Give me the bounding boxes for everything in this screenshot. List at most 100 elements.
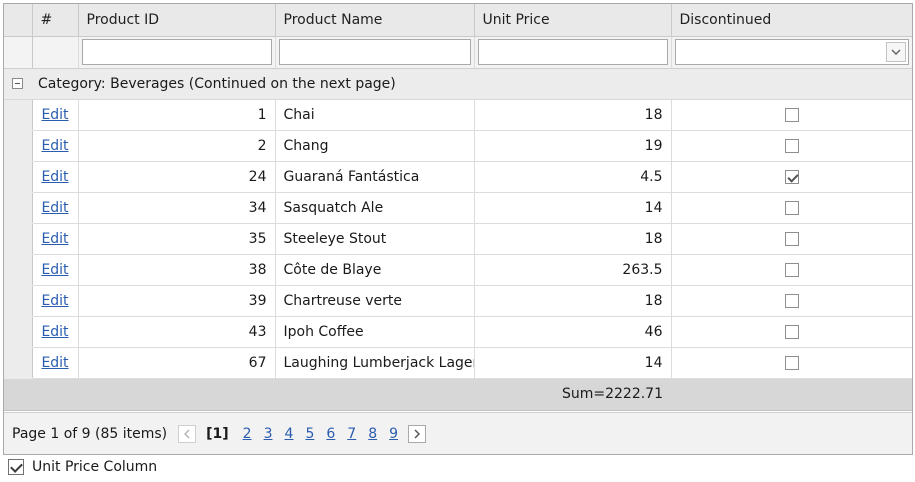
row-indent bbox=[4, 316, 33, 348]
edit-link[interactable]: Edit bbox=[41, 355, 68, 371]
unit-price-cell: 263.5 bbox=[474, 254, 672, 286]
edit-link[interactable]: Edit bbox=[41, 169, 68, 185]
chevron-down-icon bbox=[891, 49, 901, 55]
footer-discontinued-cell bbox=[671, 378, 912, 411]
discontinued-checkbox[interactable] bbox=[784, 355, 799, 370]
column-header-product-name[interactable]: Product Name bbox=[275, 4, 475, 37]
discontinued-checkbox[interactable] bbox=[784, 169, 799, 184]
dropdown-button[interactable] bbox=[886, 42, 906, 62]
footer-spacer bbox=[4, 378, 474, 411]
product-name-cell: Laughing Lumberjack Lager bbox=[275, 347, 475, 379]
edit-cell: Edit bbox=[32, 347, 79, 379]
table-row: Edit 1 Chai 18 bbox=[4, 99, 912, 131]
page-link[interactable]: 9 bbox=[389, 426, 398, 442]
discontinued-checkbox[interactable] bbox=[784, 293, 799, 308]
discontinued-cell bbox=[671, 347, 912, 379]
table-row: Edit 67 Laughing Lumberjack Lager 14 bbox=[4, 347, 912, 379]
page-link[interactable]: 5 bbox=[305, 426, 314, 442]
header-row: # Product ID Product Name Unit Price Dis… bbox=[4, 4, 912, 37]
product-id-cell: 1 bbox=[78, 99, 276, 131]
unit-price-summary: Sum=2222.71 bbox=[474, 378, 671, 411]
product-id-filter-input[interactable] bbox=[81, 39, 272, 65]
product-id-cell: 38 bbox=[78, 254, 276, 286]
product-name-cell: Guaraná Fantástica bbox=[275, 161, 475, 193]
discontinued-checkbox[interactable] bbox=[784, 138, 799, 153]
row-indent bbox=[4, 99, 33, 131]
edit-link[interactable]: Edit bbox=[41, 107, 68, 123]
product-id-cell: 24 bbox=[78, 161, 276, 193]
unit-price-cell: 46 bbox=[474, 316, 672, 348]
table-row: Edit 2 Chang 19 bbox=[4, 130, 912, 162]
prev-page-button[interactable] bbox=[178, 424, 197, 443]
edit-link[interactable]: Edit bbox=[41, 262, 68, 278]
filter-command-cell bbox=[32, 36, 79, 69]
grid-table: # Product ID Product Name Unit Price Dis… bbox=[4, 4, 912, 411]
header-indent bbox=[4, 4, 33, 37]
column-header-unit-price[interactable]: Unit Price bbox=[474, 4, 672, 37]
page-link[interactable]: 6 bbox=[326, 426, 335, 442]
data-rows: Edit 1 Chai 18 Edit 2 Chang 19 Edit 24 Guaraná Fan… bbox=[4, 99, 912, 379]
discontinued-filter-combo[interactable] bbox=[674, 39, 909, 65]
unit-price-column-checkbox[interactable] bbox=[8, 459, 24, 475]
edit-link[interactable]: Edit bbox=[41, 293, 68, 309]
row-indent bbox=[4, 223, 33, 255]
discontinued-checkbox[interactable] bbox=[784, 200, 799, 215]
column-header-discontinued[interactable]: Discontinued bbox=[671, 4, 912, 37]
product-name-filter-input[interactable] bbox=[278, 39, 471, 65]
product-name-cell: Steeleye Stout bbox=[275, 223, 475, 255]
table-row: Edit 24 Guaraná Fantástica 4.5 bbox=[4, 161, 912, 193]
discontinued-checkbox[interactable] bbox=[784, 324, 799, 339]
edit-cell: Edit bbox=[32, 99, 79, 131]
discontinued-checkbox[interactable] bbox=[784, 107, 799, 122]
group-cell: Category: Beverages (Continued on the ne… bbox=[4, 68, 912, 100]
filter-indent bbox=[4, 36, 33, 69]
column-header-command[interactable]: # bbox=[32, 4, 79, 37]
filter-product-id-cell bbox=[78, 36, 276, 69]
product-id-cell: 2 bbox=[78, 130, 276, 162]
edit-cell: Edit bbox=[32, 316, 79, 348]
discontinued-checkbox[interactable] bbox=[784, 231, 799, 246]
filter-product-name-cell bbox=[275, 36, 475, 69]
row-indent bbox=[4, 192, 33, 224]
discontinued-cell bbox=[671, 161, 912, 193]
edit-link[interactable]: Edit bbox=[41, 231, 68, 247]
page-link[interactable]: 8 bbox=[368, 426, 377, 442]
row-indent bbox=[4, 285, 33, 317]
next-page-button[interactable] bbox=[408, 424, 427, 443]
product-name-cell: Ipoh Coffee bbox=[275, 316, 475, 348]
page-link[interactable]: 2 bbox=[243, 426, 252, 442]
discontinued-checkbox[interactable] bbox=[784, 262, 799, 277]
product-id-cell: 67 bbox=[78, 347, 276, 379]
collapse-group-icon[interactable] bbox=[12, 78, 23, 89]
discontinued-cell bbox=[671, 99, 912, 131]
edit-link[interactable]: Edit bbox=[41, 138, 68, 154]
page-link[interactable]: 4 bbox=[285, 426, 294, 442]
chevron-left-icon bbox=[184, 428, 190, 439]
unit-price-filter-input[interactable] bbox=[477, 39, 668, 65]
edit-link[interactable]: Edit bbox=[41, 324, 68, 340]
pager: Page 1 of 9 (85 items) [1] 23456789 bbox=[4, 412, 912, 454]
edit-cell: Edit bbox=[32, 254, 79, 286]
unit-price-column-option[interactable]: Unit Price Column bbox=[8, 459, 157, 475]
unit-price-cell: 18 bbox=[474, 223, 672, 255]
unit-price-cell: 14 bbox=[474, 192, 672, 224]
table-row: Edit 39 Chartreuse verte 18 bbox=[4, 285, 912, 317]
product-name-cell: Chai bbox=[275, 99, 475, 131]
discontinued-cell bbox=[671, 285, 912, 317]
table-row: Edit 34 Sasquatch Ale 14 bbox=[4, 192, 912, 224]
current-page: [1] bbox=[206, 425, 229, 442]
unit-price-cell: 18 bbox=[474, 99, 672, 131]
row-indent bbox=[4, 347, 33, 379]
product-name-cell: Chartreuse verte bbox=[275, 285, 475, 317]
filter-discontinued-cell bbox=[671, 36, 912, 69]
edit-cell: Edit bbox=[32, 130, 79, 162]
column-header-product-id[interactable]: Product ID bbox=[78, 4, 276, 37]
page-links: 23456789 bbox=[237, 426, 404, 442]
row-indent bbox=[4, 161, 33, 193]
page-link[interactable]: 7 bbox=[347, 426, 356, 442]
edit-link[interactable]: Edit bbox=[41, 200, 68, 216]
discontinued-cell bbox=[671, 130, 912, 162]
group-row: Category: Beverages (Continued on the ne… bbox=[4, 68, 912, 100]
unit-price-cell: 4.5 bbox=[474, 161, 672, 193]
page-link[interactable]: 3 bbox=[264, 426, 273, 442]
